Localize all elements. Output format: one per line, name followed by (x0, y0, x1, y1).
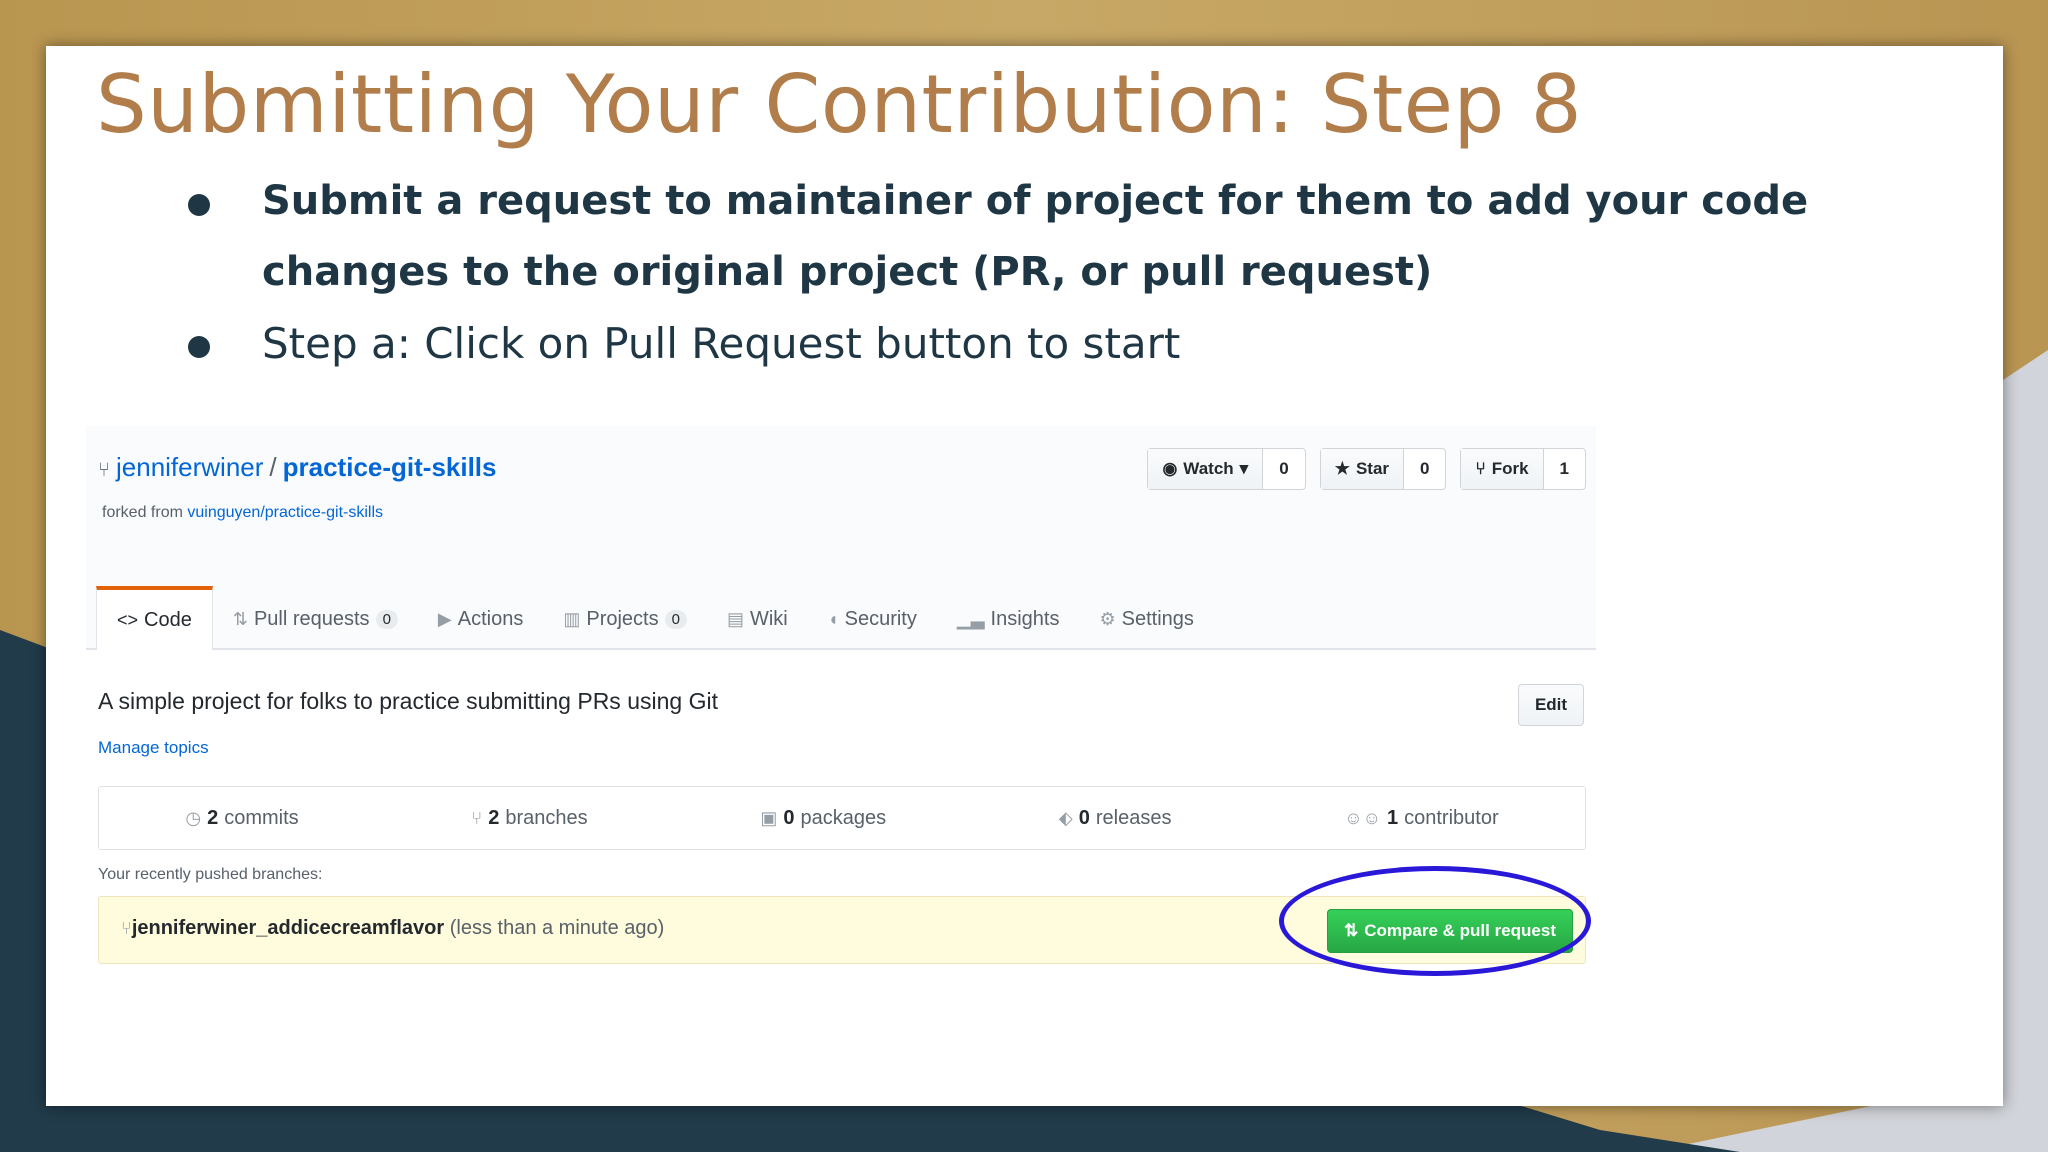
bullet-text: Step a: Click on Pull Request button to … (262, 319, 1181, 368)
repo-actions: ◉ Watch ▾ 0 ★ Star 0 ⑂ Fork 1 (1147, 448, 1586, 490)
github-repo-screenshot: ⑂ jenniferwiner / practice-git-skills forke… (86, 426, 1596, 1026)
tab-label: Projects (586, 607, 659, 630)
releases-count: 0 (1078, 806, 1090, 829)
fork-button[interactable]: ⑂ Fork (1461, 449, 1544, 489)
fork-button-group: ⑂ Fork 1 (1460, 448, 1586, 490)
bullet-text: Submit a request to maintainer of projec… (262, 178, 1809, 295)
forked-from-label: forked from (102, 504, 183, 521)
packages-label: packages (800, 806, 887, 829)
highlight-circle (1279, 866, 1591, 976)
watch-label: Watch (1183, 459, 1234, 478)
pull-request-icon: ⇅ (232, 608, 248, 629)
shield-icon: ◖ (827, 608, 839, 629)
gear-icon: ⚙ (1099, 608, 1116, 629)
commits-count: 2 (207, 806, 219, 829)
code-icon: <> (117, 609, 139, 630)
branches-link[interactable]: ⑂ 2 branches (471, 807, 587, 830)
branch-icon: ⑂ (471, 807, 483, 828)
tab-counter: 0 (664, 609, 687, 629)
package-icon: ▣ (760, 807, 778, 828)
star-label: Star (1355, 459, 1390, 478)
packages-link[interactable]: ▣ 0 packages (760, 807, 886, 830)
repo-tabs: <> Code ⇅ Pull requests 0 ▶ Actions ▥ Project… (96, 586, 1214, 650)
tab-projects[interactable]: ▥ Projects 0 (543, 590, 707, 648)
contributors-count: 1 (1387, 806, 1399, 829)
project-icon: ▥ (563, 608, 581, 629)
bullet-dot (188, 336, 210, 358)
tab-label: Actions (457, 607, 524, 630)
tab-label: Security (844, 607, 917, 630)
tag-icon: ⬖ (1058, 807, 1073, 828)
watch-button[interactable]: ◉ Watch ▾ (1148, 449, 1264, 489)
slide: Submitting Your Contribution: Step 8 Sub… (46, 46, 2003, 1106)
pushed-branch-info: ⑂jenniferwiner_addicecreamflavor (less t… (121, 917, 664, 940)
fork-count[interactable]: 1 (1544, 449, 1585, 489)
repo-owner-link[interactable]: jenniferwiner (116, 452, 263, 482)
edit-button[interactable]: Edit (1518, 684, 1584, 726)
packages-count: 0 (783, 806, 795, 829)
people-icon: ☺☺ (1344, 807, 1381, 828)
tab-label: Pull requests (253, 607, 370, 630)
tab-security[interactable]: ◖ Security (808, 590, 937, 648)
caret-down-icon: ▾ (1239, 459, 1249, 478)
branches-label: branches (505, 806, 588, 829)
star-button-group: ★ Star 0 (1319, 448, 1447, 490)
commits-link[interactable]: ◷ 2 commits (185, 807, 298, 830)
tab-label: Wiki (749, 607, 788, 630)
graph-icon: ▁▃ (956, 608, 985, 629)
forked-from: forked from vuinguyen/practice-git-skill… (102, 504, 383, 522)
manage-topics-link[interactable]: Manage topics (98, 738, 209, 758)
tab-actions[interactable]: ▶ Actions (418, 590, 543, 648)
tab-code[interactable]: <> Code (96, 586, 213, 650)
book-icon: ▤ (726, 608, 744, 629)
branch-icon: ⑂ (121, 918, 132, 938)
contributors-link[interactable]: ☺☺ 1 contributor (1344, 807, 1498, 830)
repo-description: A simple project for folks to practice s… (98, 688, 718, 714)
releases-label: releases (1095, 806, 1172, 829)
pushed-time: (less than a minute ago) (449, 917, 665, 939)
branches-count: 2 (488, 806, 500, 829)
fork-icon: ⑂ (1475, 459, 1486, 478)
star-icon: ★ (1334, 459, 1350, 478)
fork-label: Fork (1491, 459, 1529, 478)
contributors-label: contributor (1404, 806, 1499, 829)
forked-from-link[interactable]: vuinguyen/practice-git-skills (187, 504, 383, 521)
numbers-summary: ◷ 2 commits ⑂ 2 branches ▣ 0 packages ⬖ 0 releas… (98, 786, 1586, 850)
tab-pull-requests[interactable]: ⇅ Pull requests 0 (213, 590, 418, 648)
history-icon: ◷ (185, 807, 202, 828)
tab-insights[interactable]: ▁▃ Insights (937, 590, 1080, 648)
tab-label: Code (144, 608, 192, 631)
star-count[interactable]: 0 (1404, 449, 1445, 489)
watch-button-group: ◉ Watch ▾ 0 (1147, 448, 1306, 490)
pushed-branch-name[interactable]: jenniferwiner_addicecreamflavor (132, 917, 444, 939)
tab-counter: 0 (375, 609, 398, 629)
eye-icon: ◉ (1162, 459, 1178, 478)
repo-forked-icon: ⑂ (98, 459, 110, 481)
play-icon: ▶ (437, 608, 452, 629)
bullet-list: Submit a request to maintainer of projec… (138, 166, 1978, 379)
bullet-item: Step a: Click on Pull Request button to … (138, 308, 1978, 379)
bullet-item: Submit a request to maintainer of projec… (138, 166, 1978, 308)
recently-pushed-label: Your recently pushed branches: (98, 866, 323, 883)
star-button[interactable]: ★ Star (1320, 449, 1405, 489)
tab-settings[interactable]: ⚙ Settings (1079, 590, 1213, 648)
tab-label: Settings (1121, 607, 1194, 630)
repo-header: ⑂ jenniferwiner / practice-git-skills forke… (86, 426, 1596, 650)
releases-link[interactable]: ⬖ 0 releases (1059, 807, 1172, 830)
repo-name-link[interactable]: practice-git-skills (283, 452, 497, 482)
repo-title: ⑂ jenniferwiner / practice-git-skills (98, 452, 497, 483)
commits-label: commits (224, 806, 299, 829)
repo-separator: / (269, 452, 277, 482)
tab-wiki[interactable]: ▤ Wiki (707, 590, 808, 648)
watch-count[interactable]: 0 (1263, 449, 1304, 489)
bullet-dot (188, 194, 210, 216)
slide-title: Submitting Your Contribution: Step 8 (96, 58, 1583, 151)
tab-label: Insights (990, 607, 1060, 630)
